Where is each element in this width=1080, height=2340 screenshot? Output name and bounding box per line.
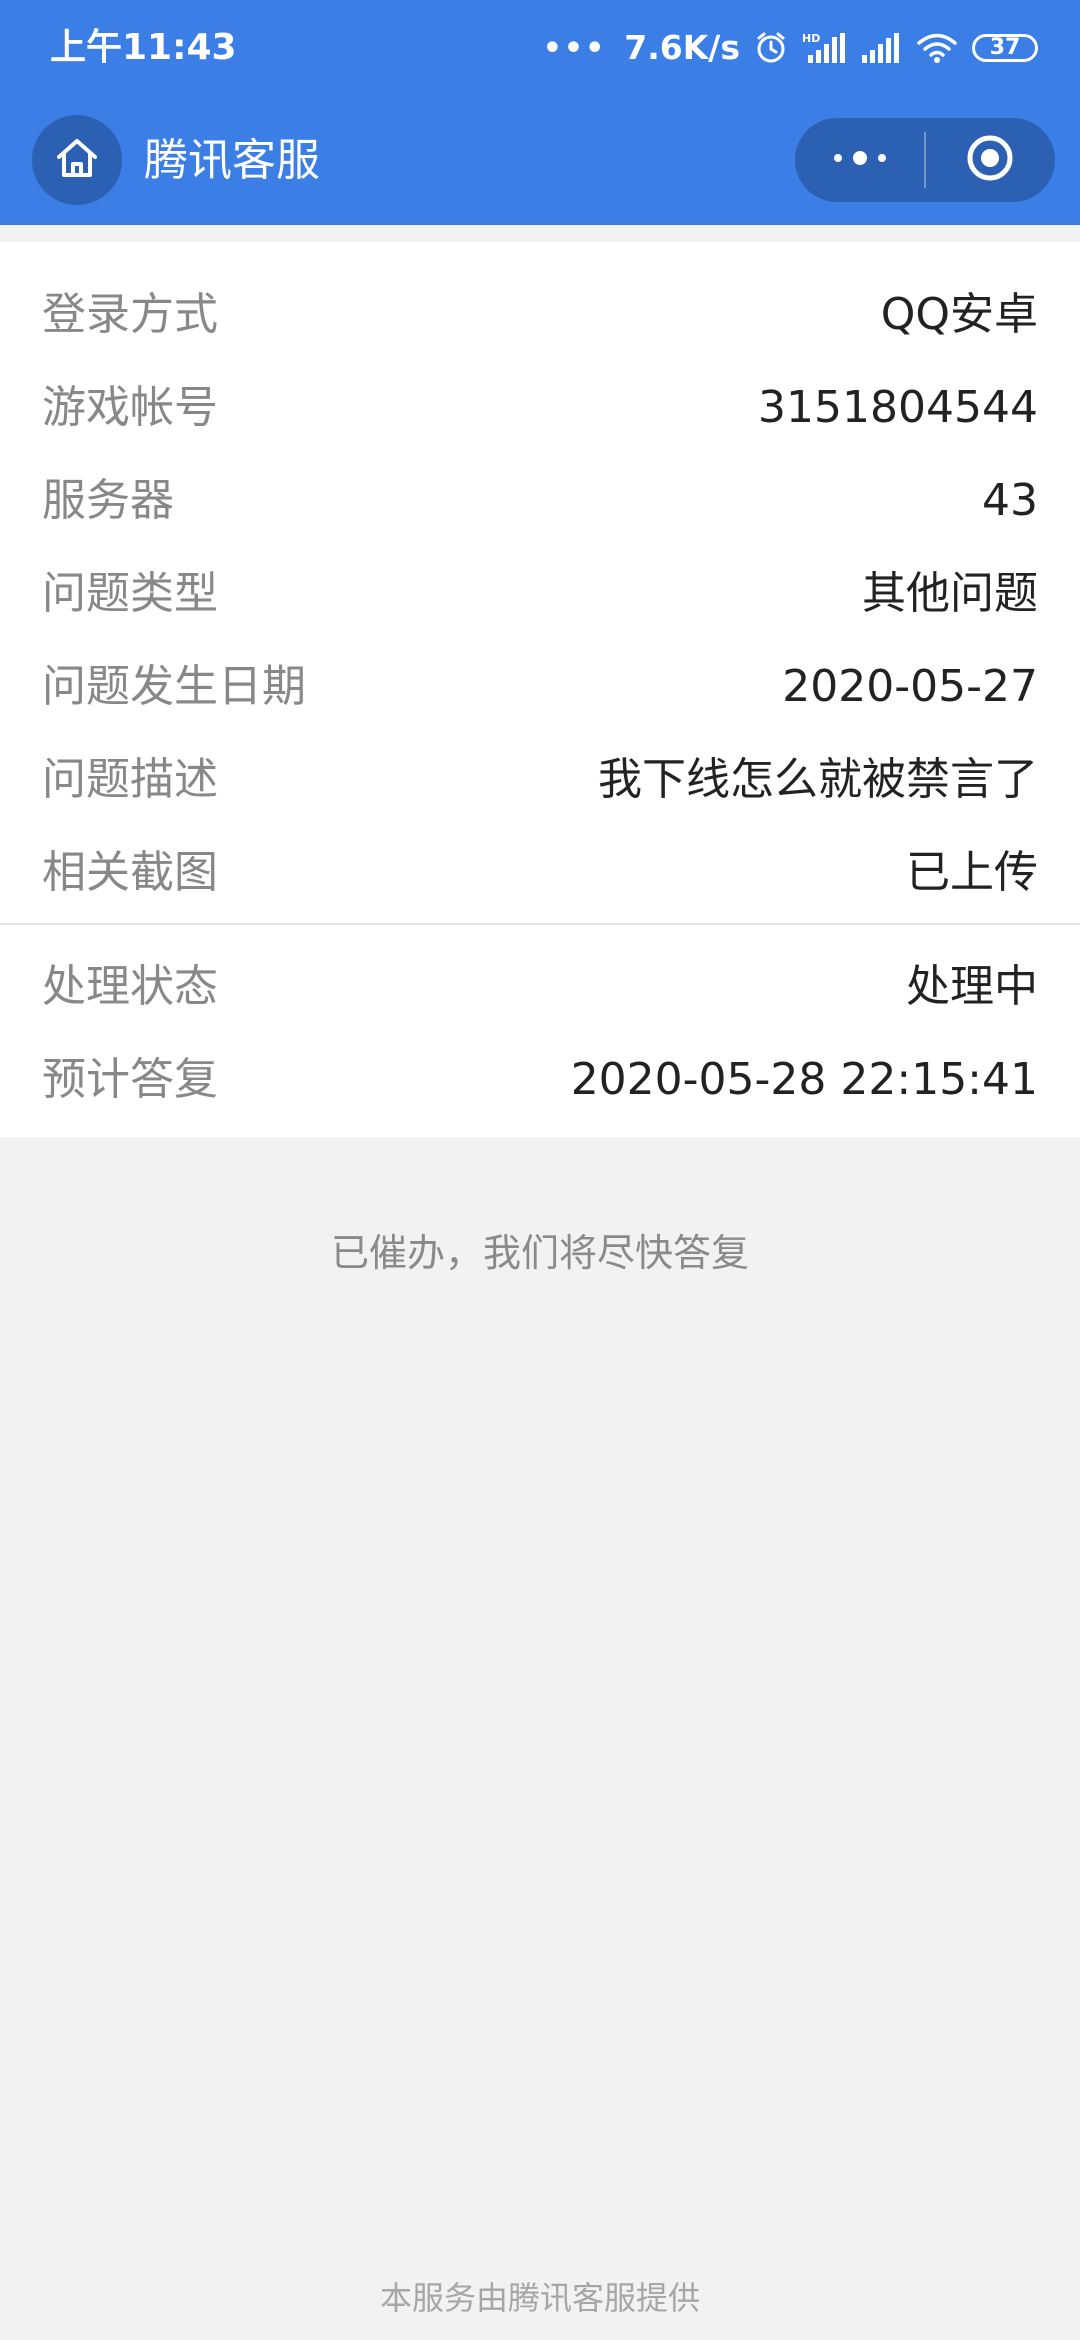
detail-row: 相关截图 已上传 <box>0 826 1080 919</box>
status-value: 2020-05-28 22:15:41 <box>570 1054 1038 1105</box>
detail-value: 3151804544 <box>758 382 1038 433</box>
more-button[interactable] <box>795 118 924 202</box>
status-bar: 上午11:43 ••• 7.6K/s HD 37 <box>0 0 1080 100</box>
detail-row: 登录方式 QQ安卓 <box>0 268 1080 361</box>
mini-program-close-icon <box>965 133 1015 187</box>
detail-value: 已上传 <box>906 847 1038 898</box>
mini-program-capsule <box>795 118 1055 202</box>
detail-label: 登录方式 <box>42 289 218 340</box>
detail-label: 服务器 <box>42 475 174 526</box>
detail-label: 游戏帐号 <box>42 382 218 433</box>
close-button[interactable] <box>926 118 1055 202</box>
nav-bar: 腾讯客服 <box>0 110 1080 210</box>
status-row: 处理状态 处理中 <box>0 940 1080 1033</box>
status-value: 处理中 <box>906 961 1038 1012</box>
alarm-icon <box>754 31 788 65</box>
net-speed: 7.6K/s <box>624 28 740 67</box>
ticket-status-card: 处理状态 处理中 预计答复 2020-05-28 22:15:41 <box>0 925 1080 1137</box>
hd-signal-icon: HD <box>802 31 846 65</box>
detail-row: 问题发生日期 2020-05-27 <box>0 640 1080 733</box>
home-icon <box>54 135 100 185</box>
signal-icon <box>860 31 902 65</box>
ticket-details-card: 登录方式 QQ安卓 游戏帐号 3151804544 服务器 43 问题类型 其他… <box>0 242 1080 923</box>
detail-value: QQ安卓 <box>880 289 1038 340</box>
urge-message: 已催办，我们将尽快答复 <box>330 1231 749 1275</box>
detail-label: 相关截图 <box>42 847 218 898</box>
detail-row: 问题描述 我下线怎么就被禁言了 <box>0 733 1080 826</box>
detail-value: 我下线怎么就被禁言了 <box>598 754 1038 805</box>
detail-row: 服务器 43 <box>0 454 1080 547</box>
footer-text: 本服务由腾讯客服提供 <box>379 2279 700 2317</box>
detail-value: 2020-05-27 <box>782 661 1038 712</box>
detail-label: 问题发生日期 <box>42 661 306 712</box>
detail-value: 其他问题 <box>862 568 1038 619</box>
status-label: 处理状态 <box>42 961 218 1012</box>
detail-label: 问题类型 <box>42 568 218 619</box>
status-row: 预计答复 2020-05-28 22:15:41 <box>0 1033 1080 1126</box>
home-button[interactable] <box>32 115 122 205</box>
detail-row: 游戏帐号 3151804544 <box>0 361 1080 454</box>
status-label: 预计答复 <box>42 1054 218 1105</box>
svg-text:HD: HD <box>802 32 820 45</box>
detail-label: 问题描述 <box>42 754 218 805</box>
header: 上午11:43 ••• 7.6K/s HD 37 腾讯客服 <box>0 0 1080 225</box>
battery-icon: 37 <box>972 34 1038 62</box>
detail-row: 问题类型 其他问题 <box>0 547 1080 640</box>
wifi-icon <box>916 31 958 65</box>
more-dots-icon <box>830 148 890 172</box>
signal-dots: ••• <box>542 30 607 66</box>
status-icons: ••• 7.6K/s HD 37 <box>543 24 1038 72</box>
status-time: 上午11:43 <box>50 27 237 68</box>
page-title: 腾讯客服 <box>144 135 320 186</box>
detail-value: 43 <box>982 475 1038 526</box>
